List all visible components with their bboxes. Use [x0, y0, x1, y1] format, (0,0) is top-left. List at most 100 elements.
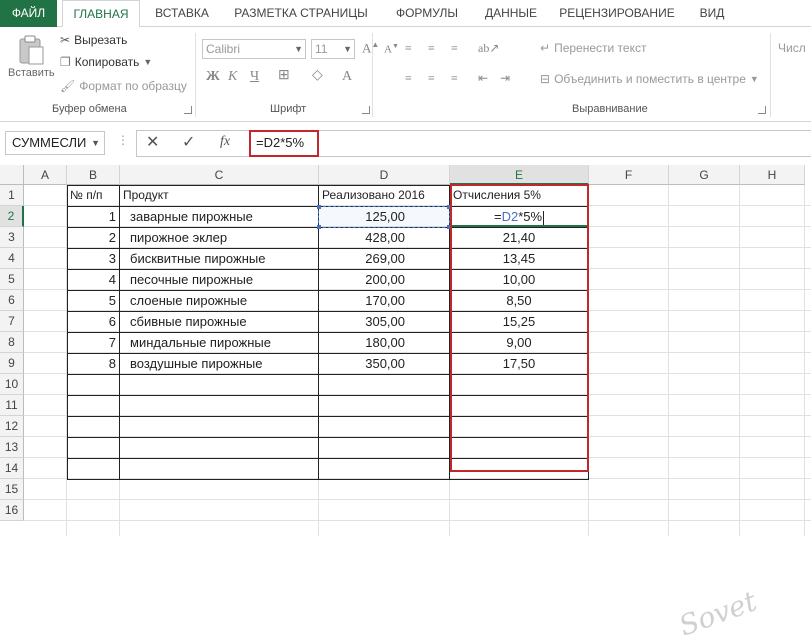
cell-number[interactable]: 7	[67, 332, 119, 353]
cell-sold[interactable]: 170,00	[319, 290, 449, 311]
cell-number[interactable]: 8	[67, 353, 119, 374]
cell-sold[interactable]: 350,00	[319, 353, 449, 374]
align-right-icon[interactable]: ≡	[451, 71, 458, 86]
cell-product[interactable]: воздушные пирожные	[120, 353, 318, 374]
tab-page-layout[interactable]: РАЗМЕТКА СТРАНИЦЫ	[228, 0, 374, 27]
worksheet-grid[interactable]: A B C D E F G H 1 2 3 4 5 6 7 8 9 10 11 …	[0, 165, 811, 643]
enter-icon[interactable]: ✓	[182, 132, 195, 152]
row-header[interactable]: 1	[0, 185, 24, 206]
chevron-down-icon: ▼	[91, 138, 100, 148]
decrease-font-icon[interactable]: A▼	[384, 42, 399, 56]
col-header-e[interactable]: E	[450, 165, 589, 185]
wrap-text-button[interactable]: ↵ Перенести текст	[540, 41, 646, 55]
borders-icon[interactable]: ⊞	[278, 67, 290, 84]
paste-button[interactable]: Вставить	[8, 35, 55, 79]
increase-font-icon[interactable]: A▲	[362, 40, 379, 56]
col-header-g[interactable]: G	[669, 165, 740, 185]
cell-sold[interactable]: 125,00	[319, 206, 449, 227]
font-launcher-icon[interactable]	[362, 106, 370, 114]
row-header[interactable]: 3	[0, 227, 24, 248]
merge-center-button[interactable]: ⊟ Объединить и поместить в центре ▼	[540, 72, 759, 86]
cell-sold[interactable]: 200,00	[319, 269, 449, 290]
row-header[interactable]: 4	[0, 248, 24, 269]
tab-data[interactable]: ДАННЫЕ	[478, 0, 544, 27]
col-header-d[interactable]: D	[319, 165, 450, 185]
cell-sold[interactable]: 428,00	[319, 227, 449, 248]
cell-number[interactable]: 6	[67, 311, 119, 332]
fill-color-icon[interactable]: ◇	[312, 67, 323, 84]
wrap-text-icon: ↵	[540, 41, 551, 55]
format-painter-button[interactable]: 🖌 Формат по образцу	[60, 79, 187, 93]
increase-indent-icon[interactable]: ⇥	[500, 71, 510, 86]
row-header[interactable]: 14	[0, 458, 24, 479]
row-header[interactable]: 6	[0, 290, 24, 311]
font-name-value: Calibri	[206, 42, 241, 56]
font-color-icon[interactable]: A	[342, 69, 352, 85]
align-launcher-icon[interactable]	[758, 106, 766, 114]
cell-number[interactable]: 2	[67, 227, 119, 248]
cell-product[interactable]: слоеные пирожные	[120, 290, 318, 311]
cut-button[interactable]: ✂ Вырезать	[60, 33, 127, 47]
tab-home[interactable]: ГЛАВНАЯ	[62, 0, 140, 28]
cell-product[interactable]: пирожное эклер	[120, 227, 318, 248]
tab-insert[interactable]: ВСТАВКА	[147, 0, 217, 27]
font-name-select[interactable]: Calibri ▼	[202, 39, 306, 59]
table-header-cell[interactable]: Продукт	[120, 185, 318, 206]
tab-view[interactable]: ВИД	[690, 0, 734, 27]
cell-product[interactable]: песочные пирожные	[120, 269, 318, 290]
cell-product[interactable]: сбивные пирожные	[120, 311, 318, 332]
cell-number[interactable]: 4	[67, 269, 119, 290]
decrease-indent-icon[interactable]: ⇤	[478, 71, 488, 86]
select-all-corner[interactable]	[0, 165, 24, 185]
tab-file[interactable]: ФАЙЛ	[0, 0, 57, 27]
cell-product[interactable]: заварные пирожные	[120, 206, 318, 227]
cell-product[interactable]: бисквитные пирожные	[120, 248, 318, 269]
cell-sold[interactable]: 305,00	[319, 311, 449, 332]
row-header[interactable]: 8	[0, 332, 24, 353]
number-format-select[interactable]: Числ	[778, 41, 806, 55]
align-bottom-icon[interactable]: ≡	[451, 41, 458, 56]
italic-button[interactable]: К	[228, 69, 237, 85]
align-middle-icon[interactable]: ≡	[428, 41, 435, 56]
orientation-icon[interactable]: ab↗	[478, 41, 499, 56]
name-box[interactable]: СУММЕСЛИ ▼	[5, 131, 105, 155]
row-header[interactable]: 10	[0, 374, 24, 395]
tab-formulas[interactable]: ФОРМУЛЫ	[386, 0, 468, 27]
cell-number[interactable]: 3	[67, 248, 119, 269]
col-header-c[interactable]: C	[120, 165, 319, 185]
underline-button[interactable]: Ч	[250, 69, 259, 85]
insert-function-icon[interactable]: fx	[220, 134, 230, 150]
align-top-icon[interactable]: ≡	[405, 41, 412, 56]
align-left-icon[interactable]: ≡	[405, 71, 412, 86]
formula-input[interactable]: =D2*5%	[249, 130, 319, 157]
col-header-f[interactable]: F	[589, 165, 669, 185]
table-header-cell[interactable]: № п/п	[67, 185, 119, 206]
cancel-icon[interactable]: ✕	[146, 132, 159, 152]
formula-input-area[interactable]	[319, 130, 811, 157]
row-header[interactable]: 9	[0, 353, 24, 374]
cell-sold[interactable]: 180,00	[319, 332, 449, 353]
row-header[interactable]: 2	[0, 206, 24, 227]
col-header-b[interactable]: B	[67, 165, 120, 185]
row-header[interactable]: 13	[0, 437, 24, 458]
cell-sold[interactable]: 269,00	[319, 248, 449, 269]
row-header[interactable]: 12	[0, 416, 24, 437]
tab-review[interactable]: РЕЦЕНЗИРОВАНИЕ	[556, 0, 678, 27]
font-size-select[interactable]: 11 ▼	[311, 39, 355, 59]
col-header-h[interactable]: H	[740, 165, 805, 185]
row-header[interactable]: 16	[0, 500, 24, 521]
row-header[interactable]: 5	[0, 269, 24, 290]
row-header[interactable]: 11	[0, 395, 24, 416]
cell-number[interactable]: 1	[67, 206, 119, 227]
col-header-a[interactable]: A	[24, 165, 67, 185]
clipboard-launcher-icon[interactable]	[184, 106, 192, 114]
row-header[interactable]: 15	[0, 479, 24, 500]
cell-number[interactable]: 5	[67, 290, 119, 311]
align-center-icon[interactable]: ≡	[428, 71, 435, 86]
bold-button[interactable]: Ж	[206, 69, 220, 85]
copy-button[interactable]: ❐ Копировать ▼	[60, 55, 152, 69]
table-header-cell[interactable]: Реализовано 2016	[319, 185, 449, 206]
row-header[interactable]: 7	[0, 311, 24, 332]
chevron-down-icon: ▼	[749, 74, 759, 84]
cell-product[interactable]: миндальные пирожные	[120, 332, 318, 353]
